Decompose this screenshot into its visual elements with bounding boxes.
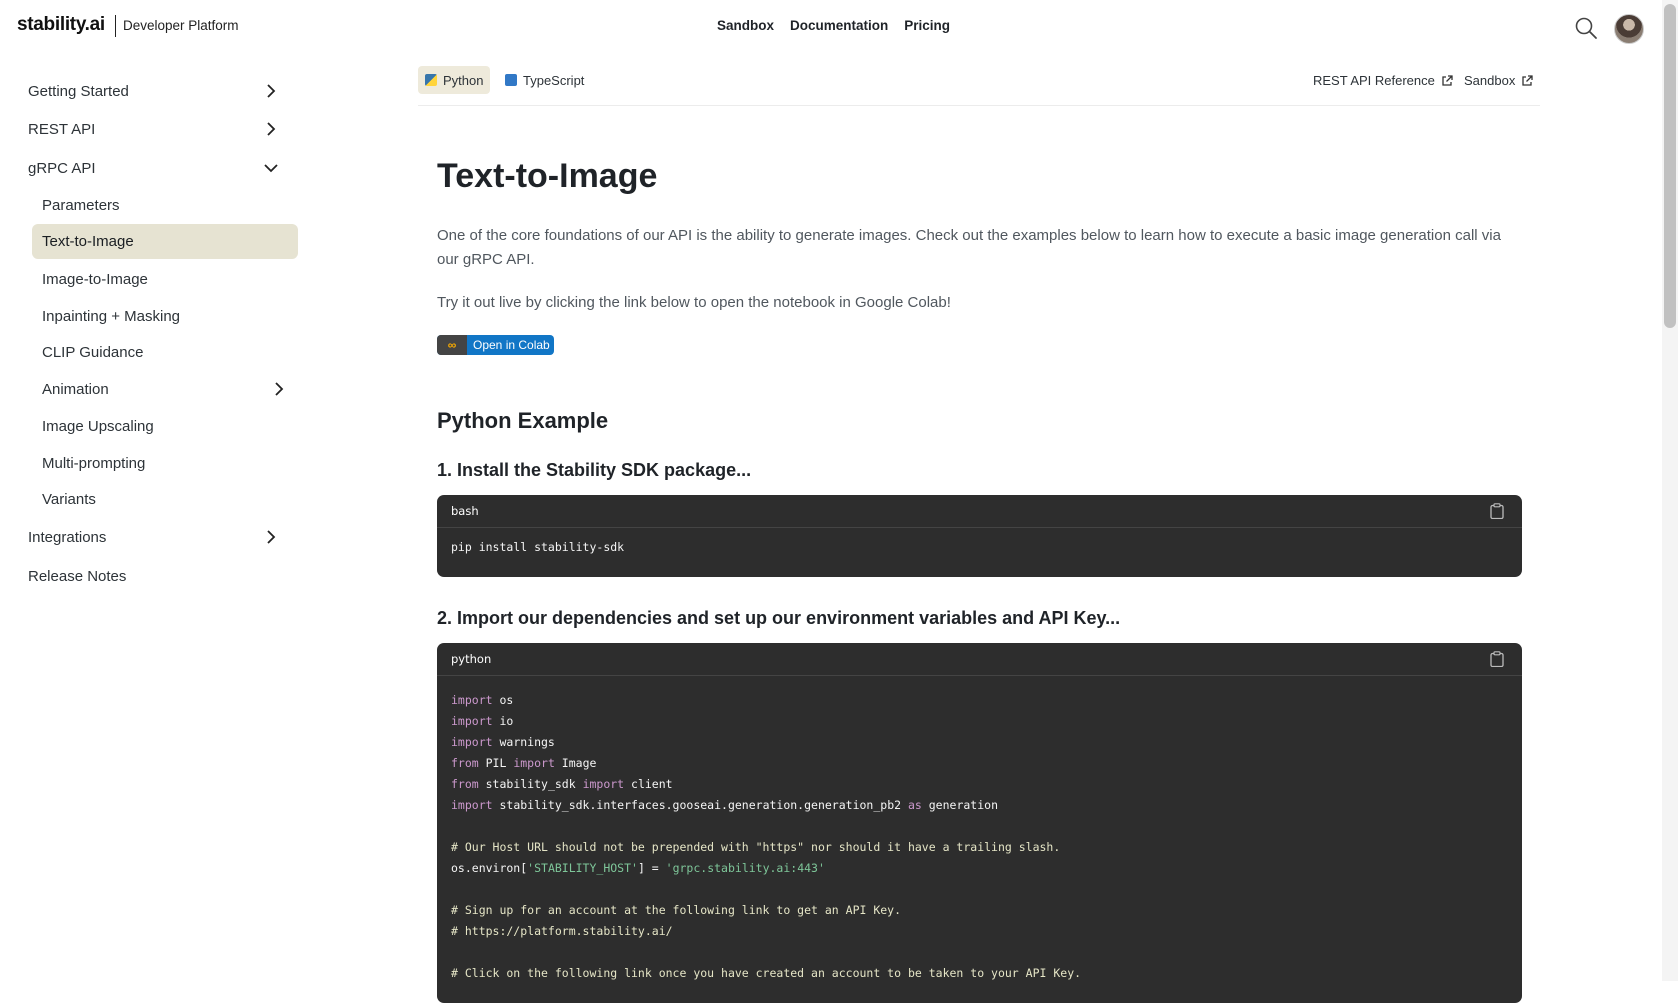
sidebar-item-label: Getting Started (28, 82, 129, 100)
page-title: Text-to-Image (437, 157, 658, 195)
code-line: # Sign up for an account at the followin… (451, 903, 902, 917)
sidebar-item-grpc-api[interactable]: gRPC API (28, 153, 290, 183)
code-line: import warnings (451, 735, 555, 749)
chevron-right-icon (267, 530, 276, 544)
tab-label: TypeScript (523, 72, 585, 88)
search-icon[interactable] (1574, 16, 1598, 40)
sidebar-item-image-to-image[interactable]: Image-to-Image (32, 264, 298, 294)
code-line: import os (451, 693, 514, 707)
nav-sandbox[interactable]: Sandbox (717, 18, 774, 33)
sidebar-item-label: CLIP Guidance (42, 343, 144, 361)
code-language: python (451, 652, 492, 666)
sidebar-item-getting-started[interactable]: Getting Started (28, 76, 290, 106)
sidebar-item-label: Inpainting + Masking (42, 307, 181, 325)
python-icon (425, 74, 437, 86)
code-line: # https://platform.stability.ai/ (451, 924, 673, 938)
code-language: bash (451, 504, 479, 518)
colab-icon: ∞ (437, 335, 467, 355)
sidebar-item-release-notes[interactable]: Release Notes (28, 561, 290, 591)
external-link-icon (1442, 74, 1453, 86)
sidebar-item-label: Parameters (42, 196, 120, 214)
colab-label: Open in Colab (473, 338, 550, 352)
external-link-icon (1522, 74, 1533, 86)
nav-pricing[interactable]: Pricing (904, 18, 950, 33)
code-line: from stability_sdk import client (451, 777, 673, 791)
tab-label: Python (443, 72, 484, 88)
tab-typescript[interactable]: TypeScript (498, 66, 591, 94)
sidebar-item-text-to-image[interactable]: Text-to-Image (32, 224, 298, 259)
section-heading: Python Example (437, 408, 609, 433)
sidebar-item-inpainting-masking[interactable]: Inpainting + Masking (32, 301, 298, 331)
logo[interactable]: stability.ai (17, 14, 105, 36)
code-header: python (437, 643, 1522, 676)
code-body: pip install stability-sdk (437, 528, 1522, 568)
sidebar-item-variants[interactable]: Variants (32, 484, 298, 514)
nav-documentation[interactable]: Documentation (790, 18, 888, 33)
sidebar-item-animation[interactable]: Animation (32, 374, 298, 404)
code-block-bash: bash pip install stability-sdk (437, 495, 1522, 577)
scrollbar-thumb[interactable] (1664, 4, 1676, 328)
sidebar-item-label: Multi-prompting (42, 454, 146, 472)
sidebar-item-label: REST API (28, 120, 96, 138)
sidebar-item-label: Release Notes (28, 567, 127, 585)
code-line: from PIL import Image (451, 756, 597, 770)
sidebar-item-label: Image Upscaling (42, 417, 154, 435)
language-tab-bar: Python TypeScript REST API Reference San… (418, 64, 1540, 106)
platform-subtitle: Developer Platform (123, 18, 239, 33)
sidebar-item-label: Animation (42, 380, 109, 398)
tab-python[interactable]: Python (418, 66, 491, 94)
sidebar-item-label: Variants (42, 490, 96, 508)
top-header: stability.ai Developer Platform Sandbox … (0, 0, 1662, 54)
logo-divider (115, 15, 116, 37)
try-it-paragraph: Try it out live by clicking the link bel… (437, 294, 951, 311)
code-line: import stability_sdk.interfaces.gooseai.… (451, 798, 998, 812)
step-heading-1: 1. Install the Stability SDK package... (437, 460, 752, 480)
intro-paragraph: One of the core foundations of our API i… (437, 227, 1501, 268)
copy-icon[interactable] (1490, 503, 1504, 519)
open-in-colab-button[interactable]: ∞ Open in Colab (437, 335, 554, 355)
sidebar-item-multi-prompting[interactable]: Multi-prompting (32, 448, 298, 478)
copy-icon[interactable] (1490, 651, 1504, 667)
code-header: bash (437, 495, 1522, 528)
top-nav: Sandbox Documentation Pricing (717, 18, 950, 33)
sidebar-item-label: Text-to-Image (42, 233, 134, 250)
avatar[interactable] (1614, 14, 1644, 44)
sandbox-link[interactable]: Sandbox (1464, 73, 1533, 88)
rest-api-reference-link[interactable]: REST API Reference (1313, 73, 1453, 88)
code-line: import io (451, 714, 514, 728)
chevron-right-icon (267, 84, 276, 98)
code-line: pip install stability-sdk (451, 540, 625, 554)
code-line: os.environ['STABILITY_HOST'] = 'grpc.sta… (451, 861, 825, 875)
code-body: import os import io import warnings from PI… (437, 676, 1522, 994)
sidebar-item-label: Image-to-Image (42, 270, 148, 288)
sidebar-item-clip-guidance[interactable]: CLIP Guidance (32, 337, 298, 367)
step-heading-2: 2. Import our dependencies and set up ou… (437, 608, 1121, 628)
chevron-right-icon (275, 382, 284, 396)
code-block-python: python import os import io import warnings… (437, 643, 1522, 1003)
sidebar-item-integrations[interactable]: Integrations (28, 522, 290, 552)
chevron-right-icon (267, 122, 276, 136)
sidebar-item-label: Integrations (28, 528, 107, 546)
code-line: # Our Host URL should not be prepended w… (451, 840, 1061, 854)
sidebar-item-image-upscaling[interactable]: Image Upscaling (32, 411, 298, 441)
typescript-icon (505, 74, 517, 86)
link-label: REST API Reference (1313, 73, 1435, 88)
sidebar-item-rest-api[interactable]: REST API (28, 114, 290, 144)
link-label: Sandbox (1464, 73, 1516, 88)
chevron-down-icon (264, 164, 278, 173)
sidebar-item-label: gRPC API (28, 159, 96, 177)
sidebar-item-parameters[interactable]: Parameters (32, 190, 298, 220)
